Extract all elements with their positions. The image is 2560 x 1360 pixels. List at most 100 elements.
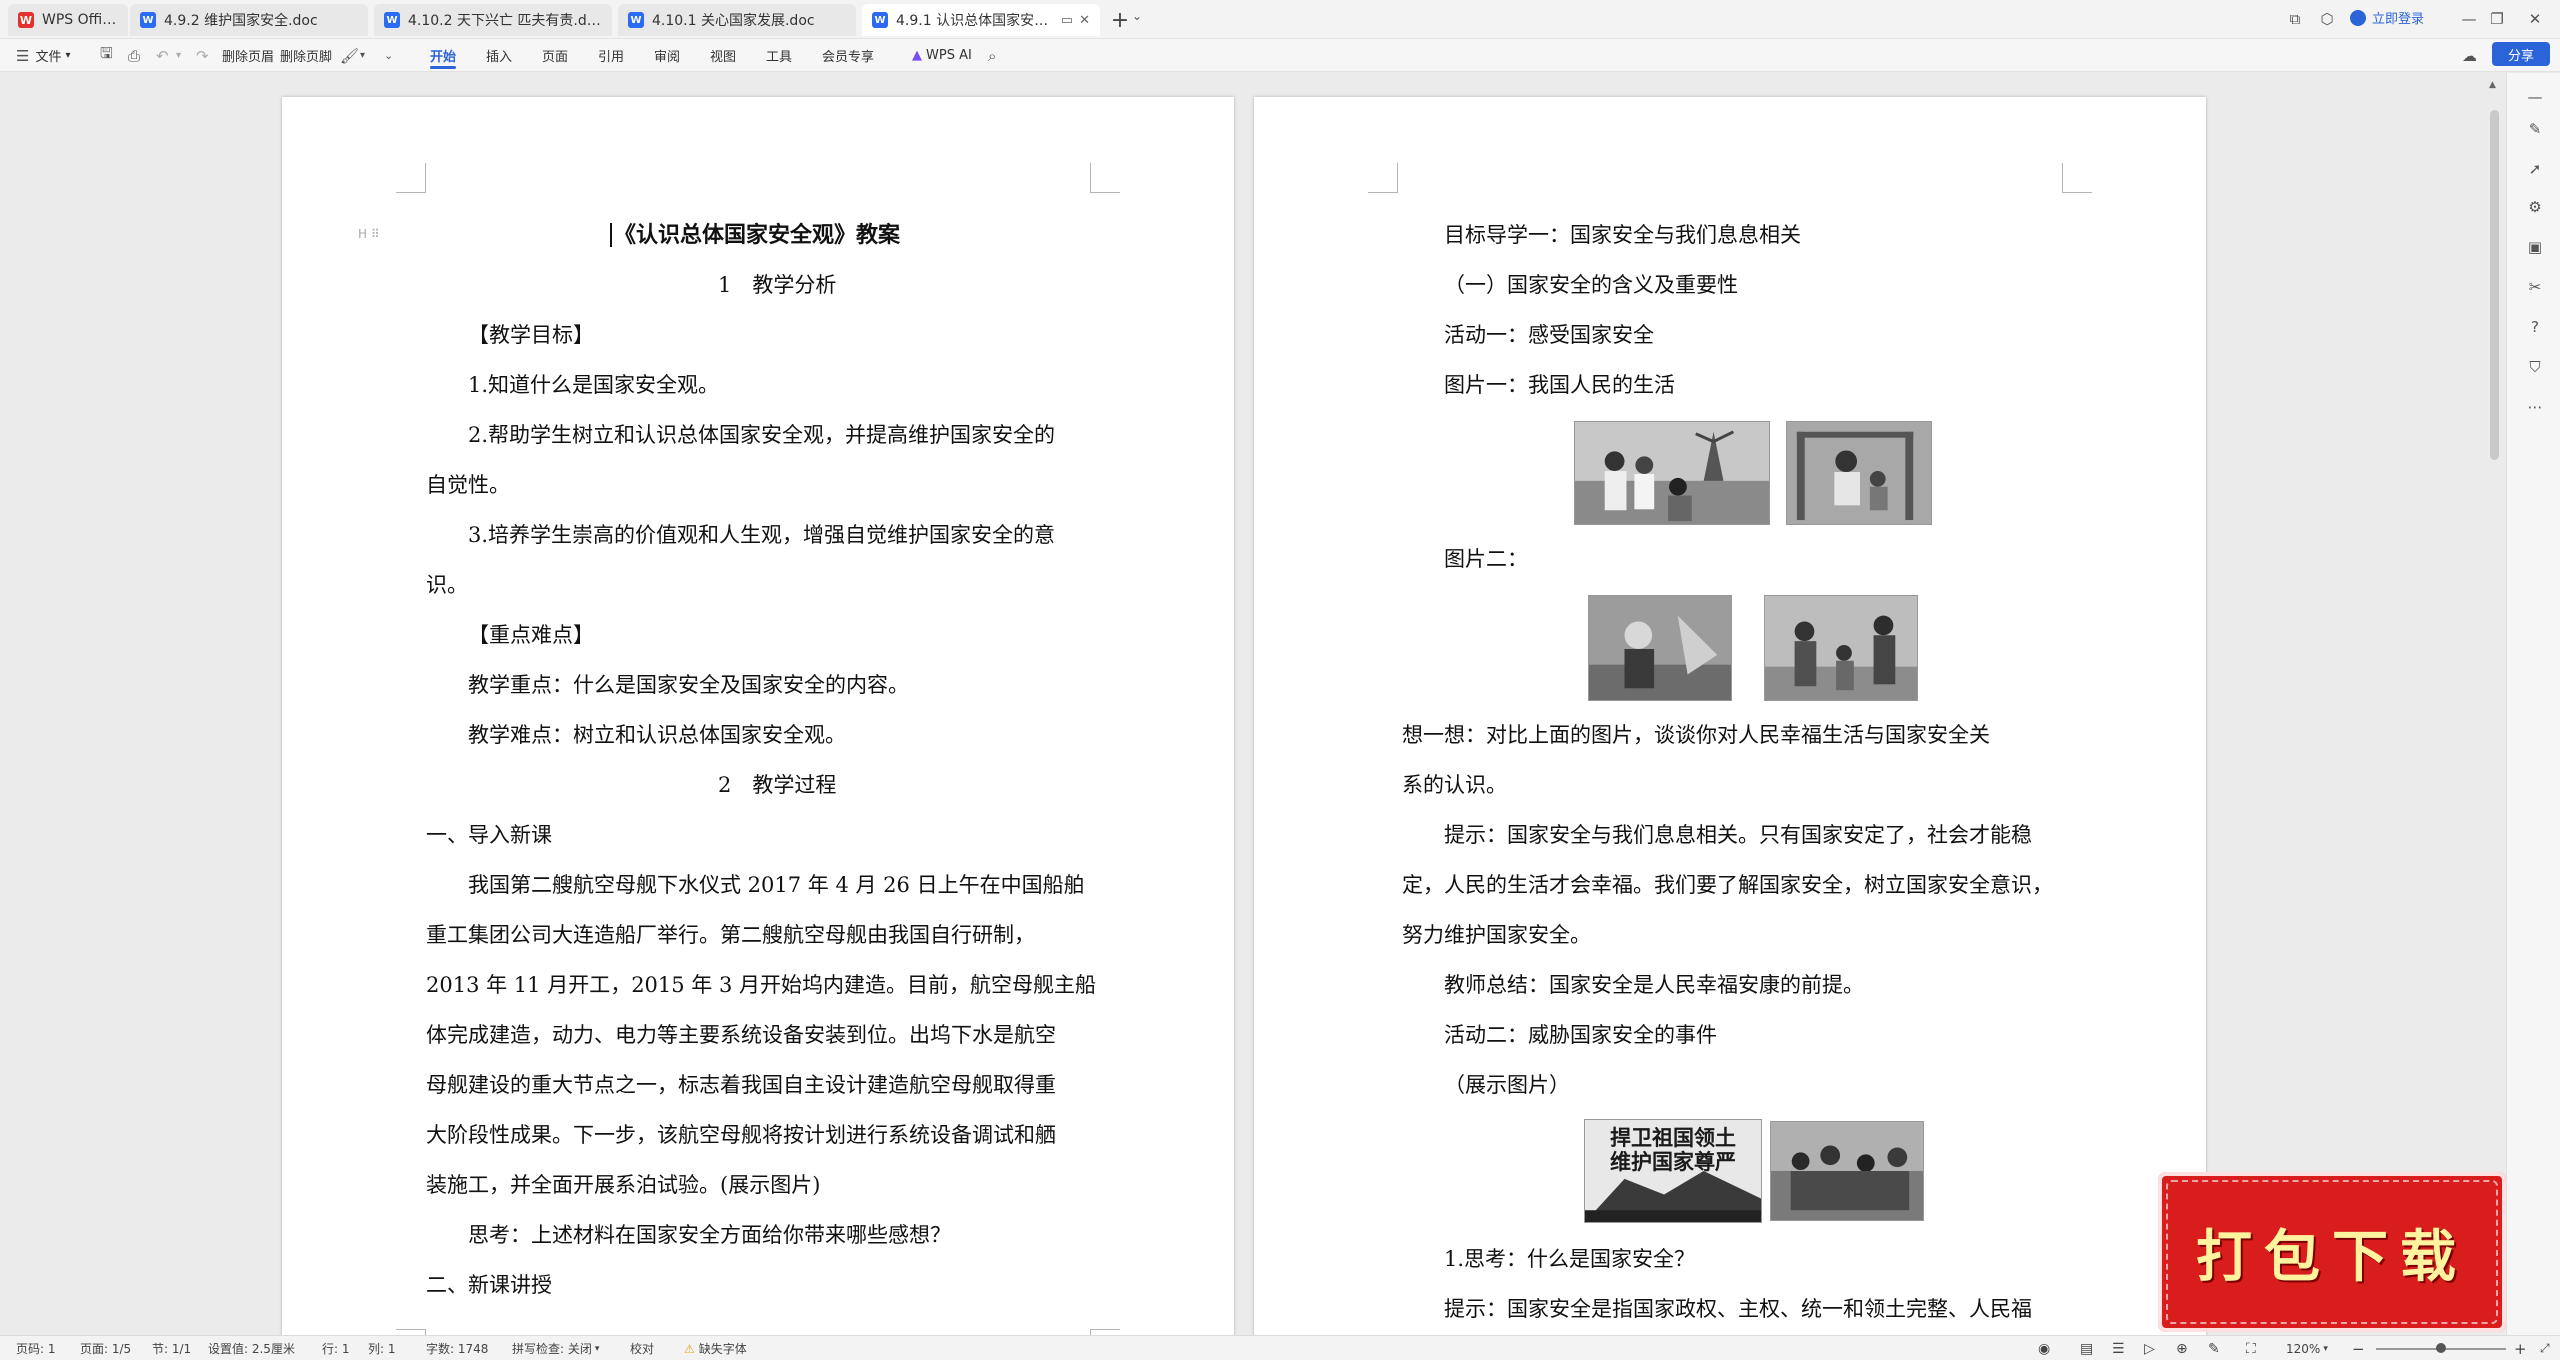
- select-cursor-icon[interactable]: ➚: [2525, 159, 2545, 179]
- tab-view[interactable]: 视图: [710, 39, 736, 72]
- fit-page-icon[interactable]: ⤢: [2540, 1336, 2550, 1360]
- tab-references[interactable]: 引用: [598, 39, 624, 72]
- play-view-icon[interactable]: ▷: [2144, 1336, 2155, 1360]
- paragraph[interactable]: 系的认识。: [1402, 771, 1507, 799]
- window-mode-icon[interactable]: ▭: [1061, 13, 1073, 28]
- share-button[interactable]: 分享: [2492, 42, 2550, 66]
- tab-insert[interactable]: 插入: [486, 39, 512, 72]
- restore-icon[interactable]: ❐: [2486, 8, 2508, 30]
- adjust-settings-icon[interactable]: ⚙: [2525, 197, 2545, 217]
- paragraph[interactable]: 1.思考：什么是国家安全？: [1444, 1245, 1695, 1273]
- paragraph[interactable]: 大阶段性成果。下一步，该航空母舰将按计划进行系统设备调试和舾: [426, 1121, 1056, 1149]
- document-page-1[interactable]: H ⠿ 《认识总体国家安全观》教案 1 教学分析 【教学目标】 1.知道什么是国…: [282, 97, 1234, 1335]
- wps-ai-button[interactable]: ▲ WPS AI: [912, 39, 972, 72]
- login-button[interactable]: 立即登录: [2350, 8, 2424, 27]
- tab-document-active[interactable]: W 4.9.1 认识总体国家安全观.doc ▭ ✕: [862, 4, 1100, 36]
- web-view-icon[interactable]: ⊕: [2176, 1336, 2188, 1360]
- paragraph[interactable]: 定，人民的生活才会幸福。我们要了解国家安全，树立国家安全意识，: [1402, 871, 2053, 899]
- pen-icon[interactable]: ✎: [2525, 119, 2545, 139]
- delete-footer-button[interactable]: 删除页脚: [280, 39, 332, 72]
- paragraph[interactable]: 思考：上述材料在国家安全方面给你带来哪些感想？: [468, 1221, 951, 1249]
- multi-window-icon[interactable]: ⧉: [2284, 8, 2306, 30]
- paragraph[interactable]: 母舰建设的重大节点之一，标志着我国自主设计建造航空母舰取得重: [426, 1071, 1056, 1099]
- zoom-level[interactable]: 120% ▾: [2286, 1336, 2328, 1360]
- fullscreen-icon[interactable]: ⛶: [2246, 1336, 2256, 1360]
- paragraph[interactable]: 活动二：威胁国家安全的事件: [1444, 1021, 1717, 1049]
- status-page-number[interactable]: 页码: 1: [16, 1336, 56, 1360]
- photo-war-child[interactable]: [1588, 595, 1732, 701]
- photo-protest[interactable]: [1770, 1121, 1924, 1221]
- photo-family-life[interactable]: [1574, 421, 1770, 525]
- status-row[interactable]: 行: 1: [322, 1336, 350, 1360]
- status-word-count[interactable]: 字数: 1748: [426, 1336, 488, 1360]
- paragraph[interactable]: 识。: [426, 571, 468, 599]
- tab-document[interactable]: W 4.9.2 维护国家安全.doc: [130, 4, 368, 36]
- paragraph[interactable]: 图片一：我国人民的生活: [1444, 371, 1675, 399]
- format-painter-icon[interactable]: 🖌: [340, 39, 359, 72]
- paragraph[interactable]: 二、新课讲授: [426, 1271, 552, 1299]
- paragraph[interactable]: 2 教学过程: [718, 771, 836, 799]
- more-chevron-icon[interactable]: ⌄: [384, 39, 393, 72]
- scroll-up-arrow-icon[interactable]: ▲: [2489, 80, 2496, 90]
- document-title[interactable]: 《认识总体国家安全观》教案: [610, 221, 900, 249]
- zoom-out-icon[interactable]: −: [2352, 1336, 2365, 1360]
- redo-icon[interactable]: ↷: [196, 39, 209, 72]
- tab-wps-office[interactable]: W WPS Office: [8, 4, 128, 36]
- status-section[interactable]: 节: 1/1: [152, 1336, 191, 1360]
- paragraph[interactable]: 【重点难点】: [468, 621, 594, 649]
- status-missing-font[interactable]: ⚠ 缺失字体: [684, 1336, 747, 1360]
- paragraph[interactable]: 1 教学分析: [718, 271, 836, 299]
- save-icon[interactable]: 🖫: [100, 39, 113, 72]
- status-pages[interactable]: 页面: 1/5: [80, 1336, 131, 1360]
- collapse-icon[interactable]: —: [2525, 87, 2545, 107]
- image-edit-icon[interactable]: ▣: [2525, 237, 2545, 257]
- paragraph[interactable]: 【教学目标】: [468, 321, 594, 349]
- paragraph[interactable]: （展示图片）: [1444, 1071, 1570, 1099]
- cloud-sync-icon[interactable]: ☁: [2462, 39, 2477, 72]
- package-icon[interactable]: ⬡: [2316, 8, 2338, 30]
- outline-view-icon[interactable]: ☰: [2112, 1336, 2125, 1360]
- undo-icon[interactable]: ↶: [156, 39, 169, 72]
- paragraph[interactable]: 目标导学一：国家安全与我们息息相关: [1444, 221, 1801, 249]
- close-window-icon[interactable]: ✕: [2524, 8, 2546, 30]
- shirt-icon[interactable]: ⛉: [2525, 357, 2545, 377]
- status-setting[interactable]: 设置值: 2.5厘米: [208, 1336, 295, 1360]
- paragraph[interactable]: 活动一：感受国家安全: [1444, 321, 1654, 349]
- download-package-badge[interactable]: 打包下载: [2158, 1172, 2506, 1332]
- vertical-scrollbar[interactable]: [2490, 110, 2499, 460]
- paragraph[interactable]: 一、导入新课: [426, 821, 552, 849]
- paragraph[interactable]: 2.帮助学生树立和认识总体国家安全观，并提高维护国家安全的: [468, 421, 1055, 449]
- poster-defend-territory[interactable]: 捍卫祖国领土 维护国家尊严: [1584, 1119, 1762, 1223]
- photo-playground[interactable]: [1786, 421, 1932, 525]
- file-menu[interactable]: ☰ 文件 ▾: [16, 39, 71, 72]
- paragraph[interactable]: 自觉性。: [426, 471, 510, 499]
- minimize-icon[interactable]: —: [2458, 8, 2480, 30]
- paragraph[interactable]: 2013 年 11 月开工，2015 年 3 月开始坞内建造。目前，航空母舰主船: [426, 971, 1096, 999]
- paragraph[interactable]: 提示：国家安全与我们息息相关。只有国家安定了，社会才能稳: [1444, 821, 2032, 849]
- status-spell-check[interactable]: 拼写检查: 关闭 ▾: [512, 1336, 599, 1360]
- paragraph[interactable]: 努力维护国家安全。: [1402, 921, 1591, 949]
- tab-document[interactable]: W 4.10.1 关心国家发展.doc: [618, 4, 856, 36]
- zoom-in-icon[interactable]: +: [2514, 1336, 2527, 1360]
- paragraph[interactable]: 图片二：: [1444, 545, 1528, 573]
- document-page-2[interactable]: 目标导学一：国家安全与我们息息相关 （一）国家安全的含义及重要性 活动一：感受国…: [1254, 97, 2206, 1335]
- status-column[interactable]: 列: 1: [368, 1336, 396, 1360]
- help-icon[interactable]: ?: [2525, 317, 2545, 337]
- paragraph[interactable]: （一）国家安全的含义及重要性: [1444, 271, 1738, 299]
- format-chevron-icon[interactable]: ▾: [360, 39, 365, 72]
- tab-home[interactable]: 开始: [430, 39, 457, 72]
- tools-icon[interactable]: ✂: [2525, 277, 2545, 297]
- tab-tools[interactable]: 工具: [766, 39, 792, 72]
- tab-document[interactable]: W 4.10.2 天下兴亡 匹夫有责.doc: [374, 4, 612, 36]
- delete-header-button[interactable]: 删除页眉: [222, 39, 274, 72]
- close-tab-icon[interactable]: ✕: [1079, 13, 1090, 28]
- tab-list-chevron-icon[interactable]: ⌄: [1132, 9, 1142, 23]
- tab-review[interactable]: 审阅: [654, 39, 680, 72]
- tab-page[interactable]: 页面: [542, 39, 568, 72]
- document-workspace[interactable]: H ⠿ 《认识总体国家安全观》教案 1 教学分析 【教学目标】 1.知道什么是国…: [0, 73, 2506, 1335]
- tab-member[interactable]: 会员专享: [822, 39, 874, 72]
- paragraph[interactable]: 1.知道什么是国家安全观。: [468, 371, 719, 399]
- photo-refugees[interactable]: [1764, 595, 1918, 701]
- paragraph[interactable]: 重工集团公司大连造船厂举行。第二艘航空母舰由我国自行研制，: [426, 921, 1035, 949]
- write-mode-icon[interactable]: ✎: [2208, 1336, 2220, 1360]
